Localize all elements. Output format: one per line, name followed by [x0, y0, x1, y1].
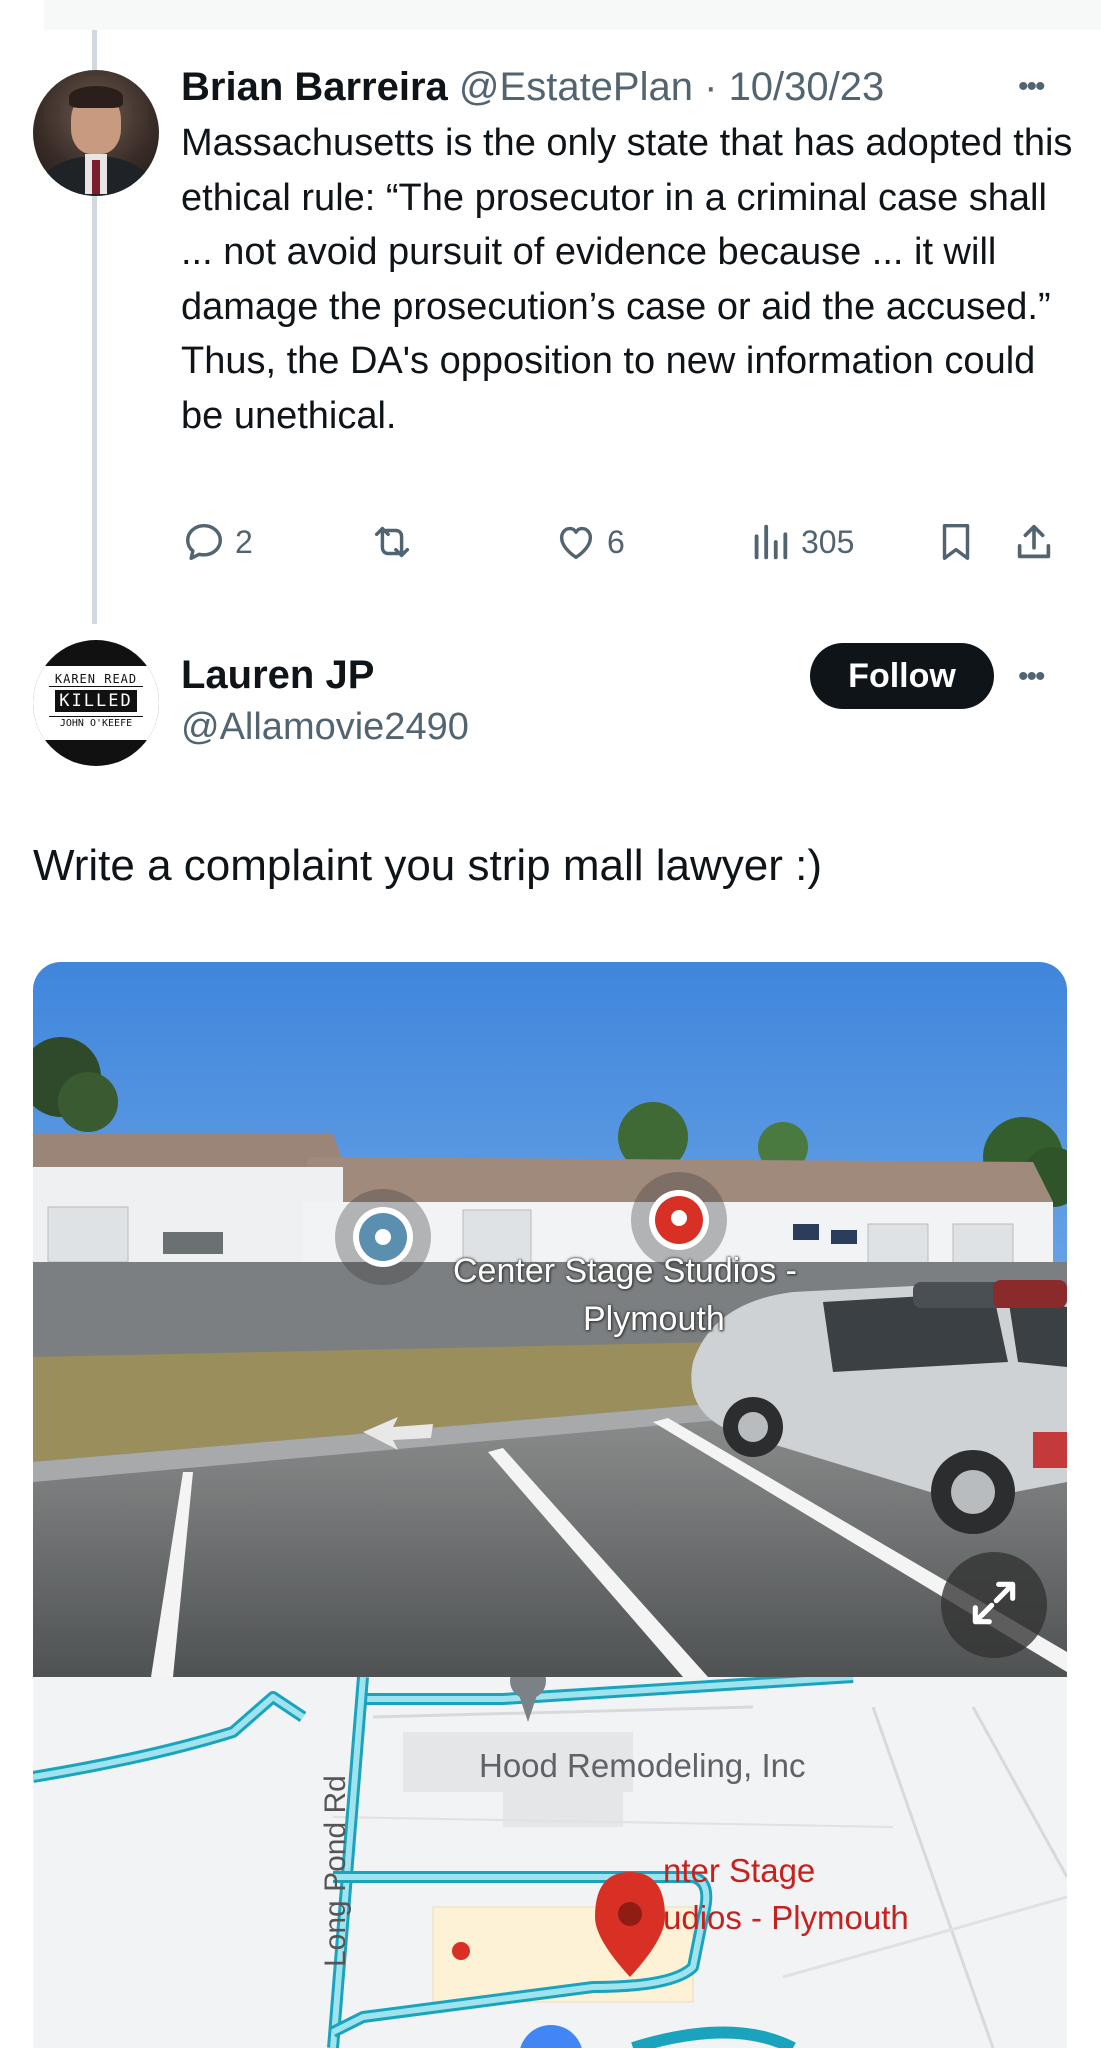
expand-button[interactable] [941, 1552, 1047, 1658]
map-place-label[interactable]: nter Stage [663, 1852, 815, 1890]
tweet-text: Write a complaint you strip mall lawyer … [33, 841, 822, 890]
author-handle[interactable]: @EstatePlan [459, 65, 693, 109]
like-count: 6 [607, 523, 625, 560]
follow-button[interactable]: Follow [810, 643, 994, 709]
more-icon[interactable]: ••• [1018, 660, 1045, 694]
map-view[interactable]: Long Pond Rd Hood Remodeling, Inc nter S… [33, 1663, 1067, 2048]
previous-tweet-edge [44, 0, 1101, 30]
map-place-label-line2[interactable]: udios - Plymouth [663, 1899, 909, 1937]
author-name[interactable]: Brian Barreira [181, 65, 448, 109]
avatar[interactable] [33, 70, 159, 196]
views-count: 305 [801, 523, 855, 560]
tweet-actions: 2 6 305 [181, 512, 1081, 572]
views-icon [747, 519, 793, 565]
retweet-icon [367, 519, 417, 565]
bookmark-icon [933, 519, 979, 565]
expand-icon [966, 1575, 1022, 1636]
retweet-button[interactable] [367, 512, 417, 572]
reply-count: 2 [235, 523, 253, 560]
reply-button[interactable]: 2 [181, 512, 253, 572]
street-view-image[interactable]: Center Stage Studios - Plymouth [33, 962, 1067, 1677]
avatar-text-line1: KAREN READ [49, 672, 143, 687]
avatar-text-line3: JOHN O'KEEFE [49, 716, 143, 730]
like-icon [553, 519, 599, 565]
avatar[interactable]: KAREN READ KILLED JOHN O'KEEFE [33, 640, 159, 766]
tweet-date[interactable]: 10/30/23 [729, 65, 885, 109]
author-handle[interactable]: @Allamovie2490 [181, 703, 469, 751]
share-icon [1011, 519, 1057, 565]
road-label: Long Pond Rd [319, 1775, 352, 1967]
bookmark-button[interactable] [933, 512, 979, 572]
tweet-media[interactable]: Center Stage Studios - Plymouth Long Pon… [33, 962, 1067, 2048]
avatar-text-line2: KILLED [55, 690, 137, 712]
street-view-place-label: Center Stage Studios - [453, 1252, 797, 1290]
business-label[interactable]: Hood Remodeling, Inc [479, 1747, 806, 1785]
views-button[interactable]: 305 [747, 512, 854, 572]
tweet-text: Massachusetts is the only state that has… [181, 122, 1073, 437]
more-icon[interactable]: ••• [1018, 70, 1045, 104]
like-button[interactable]: 6 [553, 512, 625, 572]
author-name[interactable]: Lauren JP [181, 650, 374, 700]
map-pin-icon[interactable] [593, 1867, 669, 1979]
separator: · [704, 65, 718, 109]
reply-icon [181, 519, 227, 565]
tweet-header: Brian Barreira @EstatePlan · 10/30/23 [181, 62, 884, 112]
share-button[interactable] [1011, 512, 1057, 572]
street-view-place-label-line2: Plymouth [583, 1300, 725, 1338]
